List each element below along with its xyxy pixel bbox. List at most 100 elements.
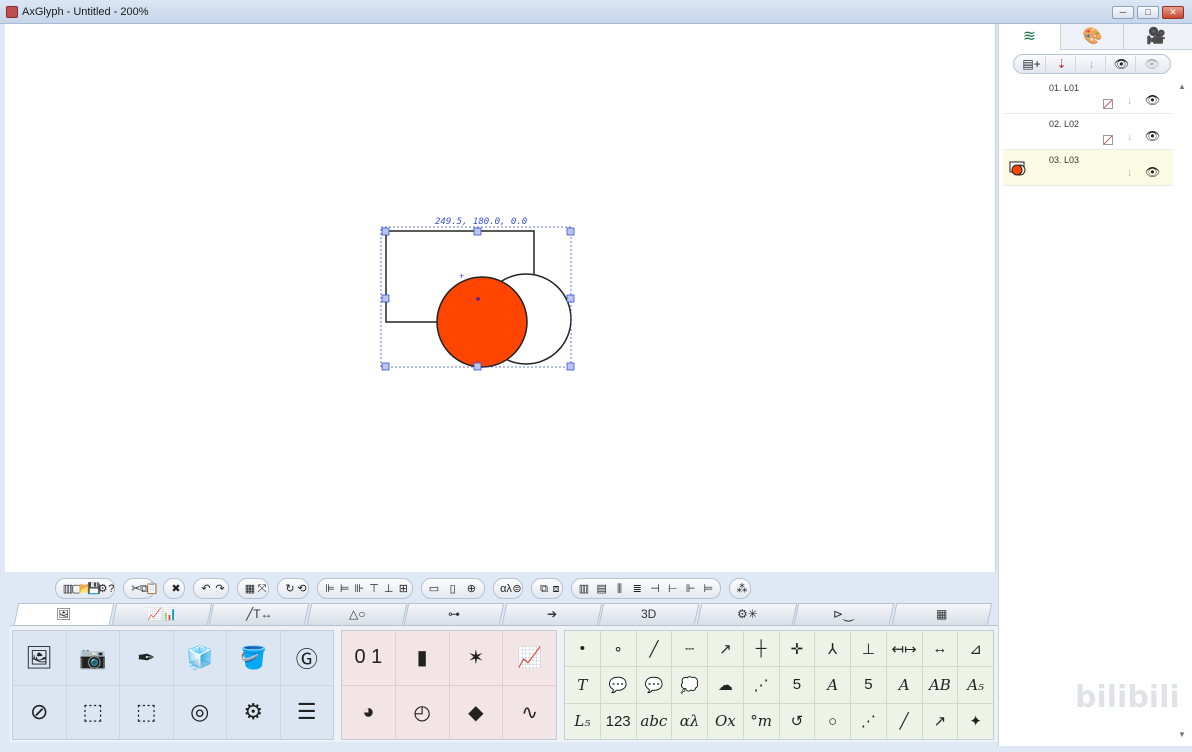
toolbar-button-icon[interactable]: ▯ bbox=[445, 581, 461, 597]
tool-button-icon[interactable]: 123 bbox=[600, 703, 636, 739]
tool-button-icon[interactable]: ⋰ bbox=[743, 667, 779, 703]
tool-button-icon[interactable]: 🧊 bbox=[173, 631, 226, 685]
tool-button-icon[interactable]: ↺ bbox=[779, 703, 815, 739]
merge-down-icon[interactable]: ⇣ bbox=[1048, 56, 1076, 72]
lock-toggle-icon[interactable] bbox=[1103, 135, 1113, 145]
tool-button-icon[interactable]: L₅ bbox=[565, 703, 600, 739]
tool-button-icon[interactable]: ▮ bbox=[395, 631, 449, 685]
category-tab[interactable]: △○ bbox=[306, 603, 407, 625]
tool-button-icon[interactable]: ┄ bbox=[672, 631, 707, 667]
category-tab[interactable]: ⊶ bbox=[403, 603, 505, 625]
orange-circle-shape[interactable] bbox=[436, 276, 528, 368]
tool-button-icon[interactable]: T bbox=[565, 667, 600, 703]
tool-button-icon[interactable]: ◆ bbox=[449, 685, 503, 739]
toolbar-button-icon[interactable]: ⊜ bbox=[509, 581, 525, 597]
toolbar-button-icon[interactable]: ⧈ bbox=[548, 581, 564, 597]
palette-tab-icon[interactable]: 🎨 bbox=[1062, 24, 1124, 50]
tool-button-icon[interactable]: 🖼 bbox=[13, 631, 66, 685]
tool-button-icon[interactable]: ⬚ bbox=[120, 685, 173, 739]
tool-button-icon[interactable]: ◴ bbox=[395, 685, 449, 739]
tool-button-icon[interactable]: 📷 bbox=[66, 631, 119, 685]
tool-button-icon[interactable]: ┼ bbox=[743, 631, 779, 667]
toolbar-button-icon[interactable]: ⊨ bbox=[700, 581, 716, 597]
category-tab[interactable]: 3D bbox=[598, 603, 700, 625]
move-down-icon[interactable]: ↓ bbox=[1078, 56, 1106, 72]
tool-button-icon[interactable]: 5 bbox=[779, 667, 815, 703]
toolbar-button-icon[interactable]: ⊞ bbox=[395, 581, 411, 597]
show-all-icon[interactable]: 👁 bbox=[1108, 56, 1136, 72]
tool-button-icon[interactable]: 💬 bbox=[600, 667, 636, 703]
tool-button-icon[interactable]: ⊥ bbox=[851, 631, 886, 667]
tool-button-icon[interactable]: ⬚ bbox=[66, 685, 119, 739]
toolbar-button-icon[interactable]: ⊪ bbox=[351, 581, 367, 597]
tool-button-icon[interactable]: ↔ bbox=[922, 631, 958, 667]
tool-button-icon[interactable]: ✛ bbox=[779, 631, 815, 667]
category-tab[interactable]: ⚙✳ bbox=[696, 603, 797, 625]
tool-button-icon[interactable]: ⚙ bbox=[227, 685, 280, 739]
toolbar-button-icon[interactable]: ▤ bbox=[594, 581, 610, 597]
toolbar-button-icon[interactable]: ? bbox=[103, 581, 119, 597]
category-tab[interactable]: 🖼 bbox=[13, 603, 115, 625]
tool-button-icon[interactable]: ○ bbox=[815, 703, 850, 739]
layer-item-active[interactable]: 03. L03 ↓ 👁 bbox=[1003, 150, 1173, 186]
toolbar-button-icon[interactable]: ↷ bbox=[212, 581, 228, 597]
toolbar-button-icon[interactable]: ⊤ bbox=[366, 581, 382, 597]
toolbar-button-icon[interactable]: ⊕ bbox=[463, 581, 479, 597]
maximize-button[interactable]: □ bbox=[1137, 6, 1159, 19]
tool-button-icon[interactable]: ◕ bbox=[342, 685, 395, 739]
toolbar-button-icon[interactable]: ⤧ bbox=[254, 581, 270, 597]
canvas-shapes[interactable]: + 249.5, 180.0, 0.0 bbox=[5, 24, 996, 572]
category-tab[interactable]: ⊳⏝ bbox=[793, 603, 895, 625]
hide-all-icon[interactable]: 👁 bbox=[1138, 56, 1166, 72]
toolbar-button-icon[interactable]: ⟲ bbox=[294, 581, 310, 597]
layer-item[interactable]: 02. L02 ↓ 👁 bbox=[1003, 114, 1173, 150]
tool-button-icon[interactable]: 💭 bbox=[672, 667, 707, 703]
tool-button-icon[interactable]: Ox bbox=[708, 703, 743, 739]
tool-button-icon[interactable]: A bbox=[886, 667, 922, 703]
tool-button-icon[interactable]: 5 bbox=[851, 667, 886, 703]
toolbar-button-icon[interactable]: ▥ bbox=[576, 581, 592, 597]
tool-button-icon[interactable]: 🪣 bbox=[227, 631, 280, 685]
minimize-button[interactable]: ─ bbox=[1112, 6, 1134, 19]
tool-button-icon[interactable]: Ⓖ bbox=[280, 631, 333, 685]
tool-button-icon[interactable]: ∘ bbox=[600, 631, 636, 667]
category-tab[interactable]: ╱T↔ bbox=[208, 603, 310, 625]
close-button[interactable]: ✕ bbox=[1162, 6, 1184, 19]
category-tab[interactable]: ▦ bbox=[891, 603, 992, 625]
tool-button-icon[interactable]: ◎ bbox=[173, 685, 226, 739]
tool-button-icon[interactable]: ✦ bbox=[958, 703, 993, 739]
tool-button-icon[interactable]: A bbox=[815, 667, 850, 703]
tool-button-icon[interactable]: • bbox=[565, 631, 600, 667]
add-layer-icon[interactable]: ▤+ bbox=[1018, 56, 1046, 72]
visibility-eye-icon[interactable]: 👁 bbox=[1145, 93, 1160, 107]
toolbar-button-icon[interactable]: ⊨ bbox=[337, 581, 353, 597]
move-down-icon[interactable]: ↓ bbox=[1127, 95, 1133, 107]
toolbar-button-icon[interactable]: ⊢ bbox=[665, 581, 681, 597]
tool-button-icon[interactable]: 💬 bbox=[636, 667, 672, 703]
tool-button-icon[interactable]: ↗ bbox=[922, 703, 958, 739]
tool-button-icon[interactable]: 0 1 bbox=[342, 631, 395, 685]
tool-button-icon[interactable]: ╱ bbox=[636, 631, 672, 667]
tool-button-icon[interactable]: ⊿ bbox=[958, 631, 993, 667]
toolbar-button-icon[interactable]: ▭ bbox=[426, 581, 442, 597]
toolbar-button-icon[interactable]: ⊥ bbox=[381, 581, 397, 597]
lock-toggle-icon[interactable] bbox=[1103, 99, 1113, 109]
tool-button-icon[interactable]: ∿ bbox=[503, 685, 556, 739]
tool-button-icon[interactable]: ⅄ bbox=[815, 631, 850, 667]
toolbar-button-icon[interactable]: ⁂ bbox=[734, 581, 750, 597]
tool-button-icon[interactable]: ╱ bbox=[886, 703, 922, 739]
tool-button-icon[interactable]: ✒ bbox=[120, 631, 173, 685]
tool-button-icon[interactable]: ↗ bbox=[708, 631, 743, 667]
scroll-down-button[interactable]: ▼ bbox=[1175, 730, 1189, 742]
move-down-icon[interactable]: ↓ bbox=[1127, 167, 1133, 179]
category-tab[interactable]: 📈📊 bbox=[111, 603, 212, 625]
toolbar-button-icon[interactable]: ⫼ bbox=[612, 581, 628, 597]
move-down-icon[interactable]: ↓ bbox=[1127, 131, 1133, 143]
layer-item[interactable]: 01. L01 ↓ 👁 bbox=[1003, 78, 1173, 114]
tool-button-icon[interactable]: 📈 bbox=[503, 631, 556, 685]
rotation-center[interactable] bbox=[476, 297, 480, 301]
tool-button-icon[interactable]: ⊘ bbox=[13, 685, 66, 739]
toolbar-button-icon[interactable]: 📋 bbox=[144, 581, 160, 597]
tool-button-icon[interactable]: ☁ bbox=[708, 667, 743, 703]
tool-button-icon[interactable]: ⋰ bbox=[851, 703, 886, 739]
